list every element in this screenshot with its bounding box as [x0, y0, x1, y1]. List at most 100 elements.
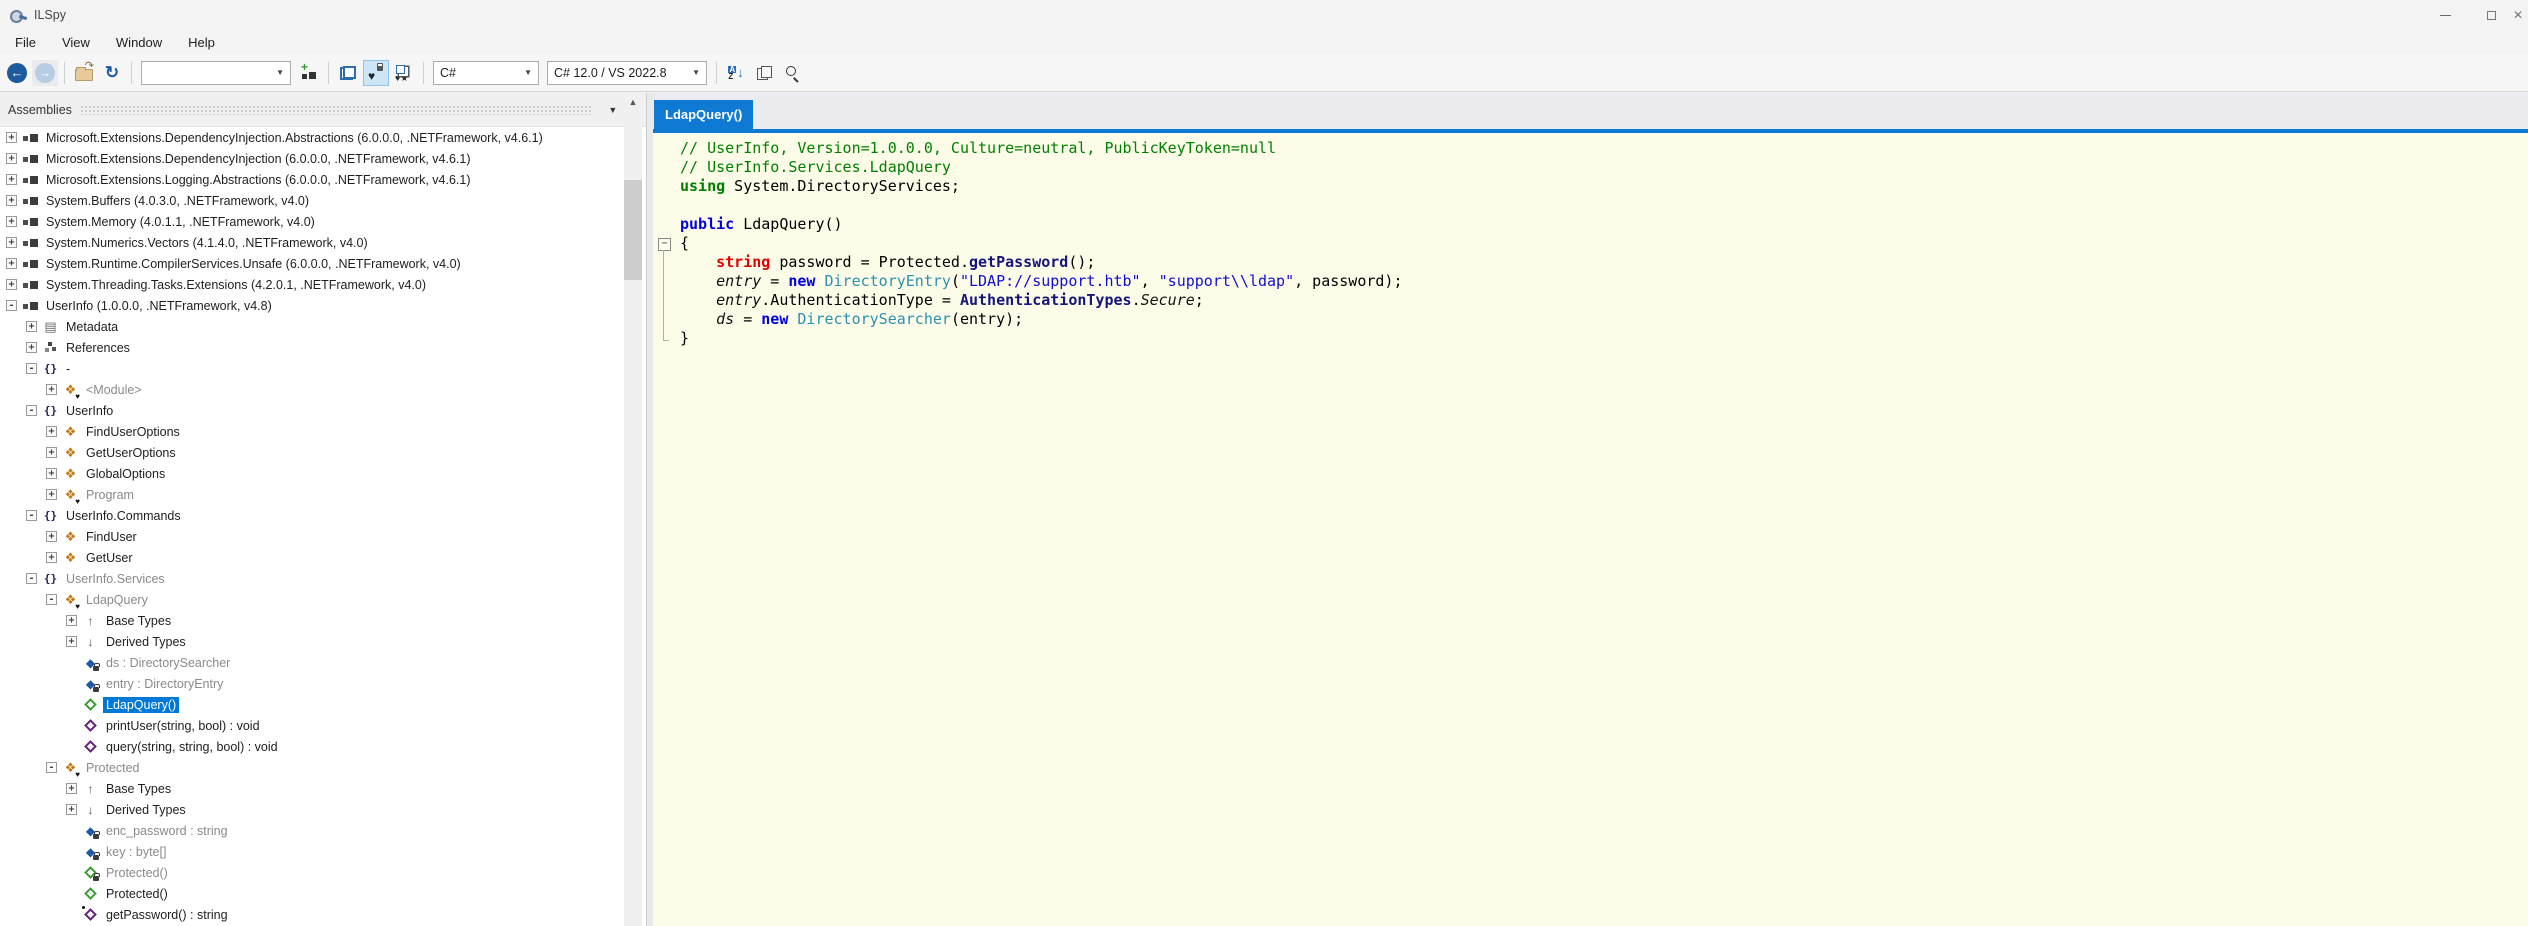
- collapse-icon[interactable]: -: [46, 762, 57, 773]
- tree-row[interactable]: +References: [0, 337, 646, 358]
- expand-icon[interactable]: +: [6, 153, 17, 164]
- tree-row[interactable]: +Base Types: [0, 778, 646, 799]
- language-select[interactable]: C# ▼: [433, 61, 539, 85]
- expand-icon[interactable]: +: [66, 636, 77, 647]
- expand-icon[interactable]: +: [66, 804, 77, 815]
- expand-icon[interactable]: +: [46, 552, 57, 563]
- show-public-only-button[interactable]: [335, 60, 361, 86]
- tree-row[interactable]: Protected(): [0, 883, 646, 904]
- tree-row[interactable]: --: [0, 358, 646, 379]
- tree-row[interactable]: +Metadata: [0, 316, 646, 337]
- tree-row[interactable]: +Microsoft.Extensions.DependencyInjectio…: [0, 127, 646, 148]
- collapse-icon[interactable]: -: [46, 594, 57, 605]
- tree-row[interactable]: key : byte[]: [0, 841, 646, 862]
- expand-icon[interactable]: +: [46, 447, 57, 458]
- scrollbar-thumb[interactable]: [624, 180, 642, 280]
- expand-icon[interactable]: +: [46, 426, 57, 437]
- panel-menu-button[interactable]: ▼: [600, 105, 625, 115]
- tree-row[interactable]: query(string, string, bool) : void: [0, 736, 646, 757]
- forward-button[interactable]: →: [32, 60, 58, 86]
- tree-row[interactable]: +FindUserOptions: [0, 421, 646, 442]
- tree-row[interactable]: getPassword() : string: [0, 904, 646, 925]
- show-all-members-button[interactable]: [391, 60, 417, 86]
- tree-row[interactable]: +Microsoft.Extensions.Logging.Abstractio…: [0, 169, 646, 190]
- collapse-icon[interactable]: -: [26, 363, 37, 374]
- expand-icon[interactable]: +: [46, 531, 57, 542]
- menu-bar: FileViewWindowHelp: [0, 30, 2528, 54]
- collapse-icon[interactable]: -: [26, 405, 37, 416]
- reload-button[interactable]: ↻: [99, 60, 125, 86]
- expand-icon[interactable]: +: [66, 615, 77, 626]
- tree-row[interactable]: -UserInfo: [0, 400, 646, 421]
- collapse-icon[interactable]: -: [26, 573, 37, 584]
- window-title: ILSpy: [34, 8, 66, 22]
- language-version-select[interactable]: C# 12.0 / VS 2022.8 ▼: [547, 61, 707, 85]
- expand-icon[interactable]: +: [6, 195, 17, 206]
- expand-icon[interactable]: +: [26, 321, 37, 332]
- menu-item-window[interactable]: Window: [103, 32, 175, 53]
- expand-icon[interactable]: +: [66, 783, 77, 794]
- tree-row[interactable]: +FindUser: [0, 526, 646, 547]
- expand-icon[interactable]: +: [6, 174, 17, 185]
- tree-row-label: Derived Types: [103, 802, 189, 818]
- assembly-list-select[interactable]: ▼: [141, 61, 291, 85]
- open-file-button[interactable]: [71, 60, 97, 86]
- tree-row[interactable]: entry : DirectoryEntry: [0, 673, 646, 694]
- scroll-up-icon[interactable]: ▲: [624, 93, 642, 110]
- collapse-icon[interactable]: -: [26, 510, 37, 521]
- tree-row[interactable]: +GetUserOptions: [0, 442, 646, 463]
- tab-ldapquery[interactable]: LdapQuery(): [654, 100, 753, 129]
- tree-row[interactable]: -UserInfo.Commands: [0, 505, 646, 526]
- manage-assembly-lists-button[interactable]: [296, 60, 322, 86]
- tree-row[interactable]: ds : DirectorySearcher: [0, 652, 646, 673]
- expand-icon[interactable]: +: [6, 132, 17, 143]
- update-windows-button[interactable]: [751, 60, 777, 86]
- tree-row[interactable]: +Microsoft.Extensions.DependencyInjectio…: [0, 148, 646, 169]
- sort-assemblies-button[interactable]: AZ↓: [723, 60, 749, 86]
- expand-icon[interactable]: +: [46, 468, 57, 479]
- back-button[interactable]: ←: [4, 60, 30, 86]
- show-internal-types-button[interactable]: [363, 60, 389, 86]
- tree-row[interactable]: +GlobalOptions: [0, 463, 646, 484]
- tree-row[interactable]: +System.Threading.Tasks.Extensions (4.2.…: [0, 274, 646, 295]
- expand-icon[interactable]: +: [46, 489, 57, 500]
- search-button[interactable]: [779, 60, 805, 86]
- tree-row[interactable]: printUser(string, bool) : void: [0, 715, 646, 736]
- tree-row[interactable]: Protected(): [0, 862, 646, 883]
- tree-row[interactable]: +♥<Module>: [0, 379, 646, 400]
- restore-button[interactable]: [2468, 0, 2514, 30]
- expand-icon[interactable]: +: [6, 237, 17, 248]
- expand-icon[interactable]: +: [26, 342, 37, 353]
- tree-scrollbar[interactable]: ▲: [624, 93, 642, 926]
- tree-row[interactable]: +System.Memory (4.0.1.1, .NETFramework, …: [0, 211, 646, 232]
- fold-marker-icon[interactable]: [653, 234, 680, 253]
- tree-row[interactable]: -♥Protected: [0, 757, 646, 778]
- menu-item-file[interactable]: File: [2, 32, 49, 53]
- tree-row[interactable]: +Base Types: [0, 610, 646, 631]
- tree-row[interactable]: LdapQuery(): [0, 694, 646, 715]
- tree-row[interactable]: -♥LdapQuery: [0, 589, 646, 610]
- tree-row[interactable]: +System.Numerics.Vectors (4.1.4.0, .NETF…: [0, 232, 646, 253]
- tree-row[interactable]: + Derived Types: [0, 799, 646, 820]
- menu-item-view[interactable]: View: [49, 32, 103, 53]
- tree-row[interactable]: -UserInfo (1.0.0.0, .NETFramework, v4.8): [0, 295, 646, 316]
- expand-icon[interactable]: +: [46, 384, 57, 395]
- close-button[interactable]: ✕: [2514, 0, 2528, 30]
- tree-row[interactable]: -UserInfo.Services: [0, 568, 646, 589]
- tree-row[interactable]: +System.Runtime.CompilerServices.Unsafe …: [0, 253, 646, 274]
- collapse-icon[interactable]: -: [6, 300, 17, 311]
- panel-drag-grip[interactable]: [80, 105, 592, 115]
- expand-icon[interactable]: +: [6, 279, 17, 290]
- code-view[interactable]: // UserInfo, Version=1.0.0.0, Culture=ne…: [653, 133, 2528, 926]
- tree-row[interactable]: +♥Program: [0, 484, 646, 505]
- tree-row[interactable]: enc_password : string: [0, 820, 646, 841]
- tree-row-label: Protected(): [103, 865, 171, 881]
- tree-row[interactable]: +System.Buffers (4.0.3.0, .NETFramework,…: [0, 190, 646, 211]
- tree-row[interactable]: +GetUser: [0, 547, 646, 568]
- menu-item-help[interactable]: Help: [175, 32, 228, 53]
- tree-row[interactable]: +Derived Types: [0, 631, 646, 652]
- expand-icon[interactable]: +: [6, 258, 17, 269]
- expand-icon[interactable]: +: [6, 216, 17, 227]
- forward-icon: →: [35, 63, 55, 83]
- minimize-button[interactable]: [2422, 0, 2468, 30]
